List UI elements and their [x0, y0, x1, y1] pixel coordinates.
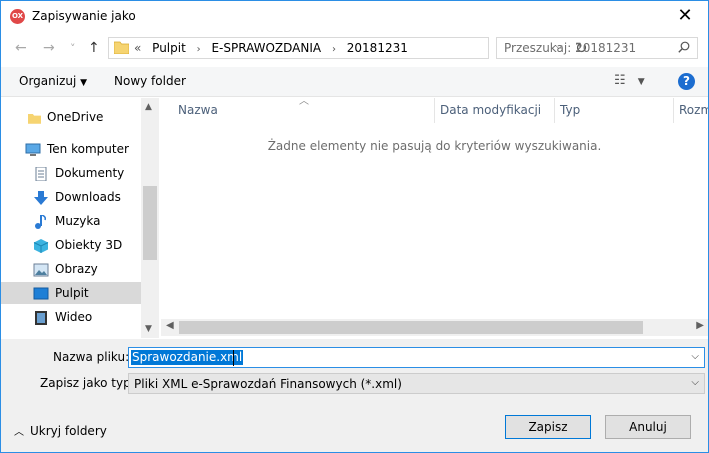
desktop-icon: [33, 287, 49, 299]
save-button[interactable]: Zapisz: [505, 415, 591, 439]
sidebar-item-this-pc[interactable]: Ten komputer: [1, 138, 141, 160]
sidebar-item-3d-objects[interactable]: Obiekty 3D: [1, 234, 141, 256]
app-icon: OX: [10, 9, 25, 24]
breadcrumb-overflow[interactable]: «: [134, 41, 141, 55]
scroll-left-icon[interactable]: ◀: [166, 320, 174, 331]
navigation-pane: OneDrive Ten komputer Dokumenty Download…: [1, 98, 159, 338]
sidebar-item-videos[interactable]: Wideo: [1, 306, 141, 328]
text-caret: [233, 350, 234, 366]
sidebar-item-label: Obiekty 3D: [55, 238, 123, 252]
sidebar-item-documents[interactable]: Dokumenty: [1, 162, 141, 184]
computer-icon: [25, 143, 41, 156]
view-options-icon[interactable]: ☷ ▼: [614, 73, 645, 88]
sort-ascending-icon: ︿: [299, 96, 309, 107]
filetype-label: Zapisz jako typ:: [40, 376, 135, 390]
back-arrow-icon[interactable]: ←: [15, 40, 27, 56]
scroll-up-icon[interactable]: ▲: [145, 102, 152, 112]
column-header-type[interactable]: Typ: [555, 98, 674, 123]
column-header-name[interactable]: Nazwa: [161, 98, 435, 123]
sidebar-item-onedrive[interactable]: OneDrive: [1, 106, 141, 128]
search-placeholder: Przeszukaj: 20181231: [504, 41, 637, 55]
sidebar-item-label: Dokumenty: [55, 166, 125, 180]
sidebar-item-label: Downloads: [55, 190, 121, 204]
sidebar-item-pictures[interactable]: Obrazy: [1, 258, 141, 280]
filetype-value: Pliki XML e-Sprawozdań Finansowych (*.xm…: [134, 377, 402, 391]
empty-message: Żadne elementy nie pasują do kryteriów w…: [267, 139, 602, 153]
hide-folders-label: Ukryj foldery: [30, 424, 107, 438]
scroll-down-icon[interactable]: ▼: [145, 324, 152, 334]
sidebar-item-label: Obrazy: [55, 262, 98, 276]
address-row: ← → ˅ ↑ « Pulpit › E-SPRAWOZDANIA › 2018…: [1, 31, 708, 67]
cancel-button[interactable]: Anuluj: [605, 415, 691, 439]
search-icon[interactable]: [678, 41, 690, 56]
folder-icon: [114, 41, 129, 54]
filename-value[interactable]: Sprawozdanie.xml: [131, 350, 244, 365]
sidebar-item-downloads[interactable]: Downloads: [1, 186, 141, 208]
close-icon[interactable]: ✕: [662, 1, 708, 31]
breadcrumb-separator-icon[interactable]: ›: [197, 44, 201, 55]
search-input[interactable]: Przeszukaj: 20181231: [496, 37, 698, 59]
sidebar-item-music[interactable]: Muzyka: [1, 210, 141, 232]
breadcrumb: « Pulpit › E-SPRAWOZDANIA › 20181231: [134, 41, 408, 55]
sidebar-scrollbar[interactable]: ▲ ▼: [141, 98, 159, 338]
save-as-dialog: OX Zapisywanie jako ✕ ← → ˅ ↑ « Pulpit ›…: [0, 0, 709, 453]
new-folder-button[interactable]: Nowy folder: [114, 74, 186, 88]
filetype-select[interactable]: Pliki XML e-Sprawozdań Finansowych (*.xm…: [128, 373, 705, 394]
help-icon[interactable]: ?: [678, 73, 695, 90]
video-icon: [35, 310, 47, 325]
cube-icon: [33, 238, 49, 253]
sidebar-item-desktop[interactable]: Pulpit: [1, 282, 141, 304]
breadcrumb-item[interactable]: Pulpit: [152, 41, 186, 55]
forward-arrow-icon[interactable]: →: [43, 40, 55, 56]
sidebar-item-label: Pulpit: [55, 286, 89, 300]
chevron-down-icon: ▼: [80, 78, 88, 88]
chevron-up-icon: ︿: [14, 427, 24, 438]
folder-icon: [28, 113, 41, 124]
file-list-horizontal-scrollbar[interactable]: ◀ ▶: [161, 319, 708, 336]
up-folder-icon[interactable]: ↑: [88, 40, 100, 56]
image-icon: [33, 263, 49, 276]
scrollbar-thumb[interactable]: [179, 321, 643, 334]
window-title: Zapisywanie jako: [32, 9, 136, 23]
column-header-size[interactable]: Rozm: [674, 98, 708, 123]
file-list: Nazwa ︿ Data modyfikacji Typ Rozm Żadne …: [161, 96, 708, 338]
organize-label: Organizuj: [19, 74, 77, 88]
address-bar[interactable]: « Pulpit › E-SPRAWOZDANIA › 20181231 ⌵ ↻: [108, 37, 588, 59]
save-form: Nazwa pliku: Sprawozdanie.xml ⌵ Zapisz j…: [1, 339, 708, 452]
hide-folders-button[interactable]: ︿ Ukryj foldery: [14, 423, 107, 438]
filename-label: Nazwa pliku:: [53, 350, 130, 364]
document-icon: [35, 166, 47, 181]
organize-button[interactable]: Organizuj ▼: [19, 74, 87, 88]
sidebar-item-label: Muzyka: [55, 214, 101, 228]
command-bar: Organizuj ▼ Nowy folder ☷ ▼ ?: [1, 67, 708, 97]
chevron-down-icon[interactable]: ⌵: [691, 377, 699, 388]
breadcrumb-separator-icon[interactable]: ›: [332, 44, 336, 55]
recent-locations-icon[interactable]: ˅: [70, 42, 76, 55]
sidebar-item-label: Ten komputer: [47, 142, 129, 156]
scroll-right-icon[interactable]: ▶: [696, 320, 704, 331]
breadcrumb-item[interactable]: E-SPRAWOZDANIA: [211, 41, 321, 55]
download-icon: [34, 190, 48, 205]
column-header-date[interactable]: Data modyfikacji: [435, 98, 555, 123]
filename-field[interactable]: Sprawozdanie.xml ⌵: [128, 347, 705, 368]
chevron-down-icon[interactable]: ⌵: [691, 351, 699, 362]
breadcrumb-item[interactable]: 20181231: [347, 41, 408, 55]
music-icon: [35, 214, 46, 229]
sidebar-item-label: Wideo: [55, 310, 93, 324]
scrollbar-thumb[interactable]: [143, 186, 157, 260]
title-bar: OX Zapisywanie jako ✕: [1, 1, 708, 31]
sidebar-item-label: OneDrive: [47, 110, 104, 124]
